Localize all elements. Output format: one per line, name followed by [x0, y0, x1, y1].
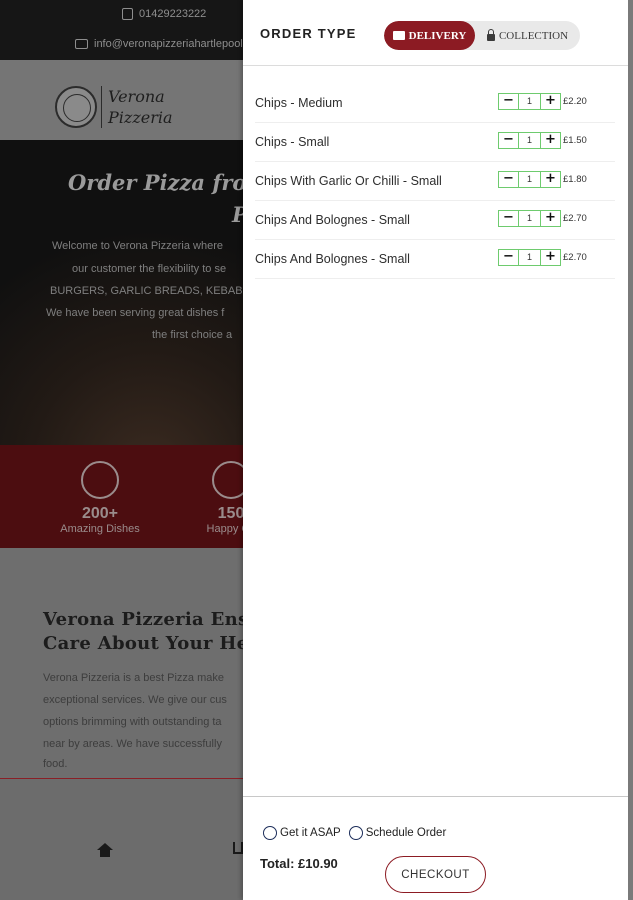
decrease-button[interactable]: − — [498, 249, 519, 266]
item-price: £1.50 — [563, 135, 587, 146]
schedule-radio[interactable] — [348, 826, 363, 840]
hero-title: Order Pizza from — [68, 170, 269, 195]
cart-item: Chips And Bolognes - Small − 1 + £2.70 — [255, 201, 615, 240]
cart-item: Chips - Medium − 1 + £2.20 — [255, 84, 615, 123]
home-icon[interactable] — [97, 843, 113, 857]
asap-label[interactable]: Get it ASAP — [280, 827, 341, 839]
quantity-stepper: − 1 + — [498, 132, 561, 149]
hero-text-line: BURGERS, GARLIC BREADS, KEBAB — [50, 285, 243, 297]
hero-text-line: We have been serving great dishes f — [46, 307, 225, 319]
collection-button[interactable]: COLLECTION — [475, 21, 580, 50]
quantity-value[interactable]: 1 — [519, 132, 540, 149]
quantity-stepper: − 1 + — [498, 249, 561, 266]
cart-icon[interactable] — [233, 842, 243, 854]
about-text-line: food. — [43, 758, 68, 770]
quantity-stepper: − 1 + — [498, 93, 561, 110]
about-heading-line-1: Verona Pizzeria Ensu — [43, 609, 262, 630]
cart-items: Chips - Medium − 1 + £2.20 Chips - Small… — [255, 84, 615, 279]
increase-button[interactable]: + — [540, 210, 561, 227]
item-price: £2.70 — [563, 213, 587, 224]
order-total: Total: £10.90 — [260, 856, 338, 871]
order-panel: ORDER TYPE DELIVERY COLLECTION Chips - M… — [243, 0, 628, 900]
order-type-toggle: DELIVERY COLLECTION — [384, 21, 580, 50]
phone-icon — [122, 8, 133, 20]
hero-text-line: the first choice a — [152, 329, 233, 341]
email-line: info@veronapizzeriahartlepool. — [75, 38, 246, 50]
about-text-line: exceptional services. We give our cus — [43, 694, 227, 706]
quantity-stepper: − 1 + — [498, 210, 561, 227]
decrease-button[interactable]: − — [498, 210, 519, 227]
logo-line-1: Verona — [108, 87, 165, 106]
bag-icon — [486, 28, 495, 41]
hero-text-line: Welcome to Verona Pizzeria where — [52, 240, 223, 252]
logo-seal-icon — [55, 86, 97, 128]
quantity-value[interactable]: 1 — [519, 210, 540, 227]
item-price: £2.20 — [563, 96, 587, 107]
collection-label: COLLECTION — [498, 29, 569, 42]
about-text-line: near by areas. We have successfully — [43, 738, 222, 750]
about-heading-line-2: Care About Your Hea — [43, 633, 261, 654]
schedule-label[interactable]: Schedule Order — [366, 827, 447, 839]
quantity-value[interactable]: 1 — [519, 249, 540, 266]
phone-line: 01429223222 — [122, 8, 206, 20]
item-name: Chips - Medium — [255, 96, 343, 110]
checkout-button[interactable]: CHECKOUT — [385, 856, 486, 893]
order-type-title: ORDER TYPE — [260, 26, 357, 41]
plate-icon — [81, 461, 119, 499]
quantity-value[interactable]: 1 — [519, 171, 540, 188]
item-name: Chips And Bolognes - Small — [255, 213, 410, 227]
stat-number: 200+ — [81, 505, 119, 522]
phone-number: 01429223222 — [139, 8, 207, 20]
logo-text: Verona Pizzeria — [108, 86, 173, 128]
logo-line-2: Pizzeria — [108, 108, 173, 127]
item-price: £2.70 — [563, 252, 587, 263]
about-text-line: options brimming with outstanding ta — [43, 716, 222, 728]
cart-item: Chips - Small − 1 + £1.50 — [255, 123, 615, 162]
cart-item: Chips And Bolognes - Small − 1 + £2.70 — [255, 240, 615, 279]
decrease-button[interactable]: − — [498, 171, 519, 188]
item-name: Chips With Garlic Or Chilli - Small — [255, 174, 442, 188]
item-name: Chips And Bolognes - Small — [255, 252, 410, 266]
panel-scrollbar[interactable] — [628, 0, 633, 900]
increase-button[interactable]: + — [540, 93, 561, 110]
quantity-value[interactable]: 1 — [519, 93, 540, 110]
cart-item: Chips With Garlic Or Chilli - Small − 1 … — [255, 162, 615, 201]
increase-button[interactable]: + — [540, 171, 561, 188]
hero-text-line: our customer the flexibility to se — [72, 263, 227, 275]
email-address: info@veronapizzeriahartlepool. — [94, 38, 246, 50]
about-heading: Verona Pizzeria Ensu Care About Your Hea — [43, 608, 262, 656]
order-footer: Get it ASAP Schedule Order Total: £10.90… — [243, 796, 628, 900]
stat-dishes: 200+ Amazing Dishes — [50, 461, 150, 535]
timing-options: Get it ASAP Schedule Order — [263, 826, 454, 840]
asap-radio[interactable] — [263, 826, 277, 840]
increase-button[interactable]: + — [540, 132, 561, 149]
quantity-stepper: − 1 + — [498, 171, 561, 188]
stat-label: Amazing Dishes — [60, 523, 140, 535]
increase-button[interactable]: + — [540, 249, 561, 266]
delivery-label: DELIVERY — [408, 29, 467, 42]
item-name: Chips - Small — [255, 135, 330, 149]
logo-divider — [101, 86, 102, 128]
about-text-line: Verona Pizzeria is a best Pizza make — [43, 672, 224, 684]
truck-icon — [392, 31, 405, 40]
decrease-button[interactable]: − — [498, 93, 519, 110]
decrease-button[interactable]: − — [498, 132, 519, 149]
delivery-button[interactable]: DELIVERY — [384, 21, 475, 50]
mail-icon — [75, 39, 88, 49]
item-price: £1.80 — [563, 174, 587, 185]
order-type-header: ORDER TYPE DELIVERY COLLECTION — [243, 0, 628, 66]
